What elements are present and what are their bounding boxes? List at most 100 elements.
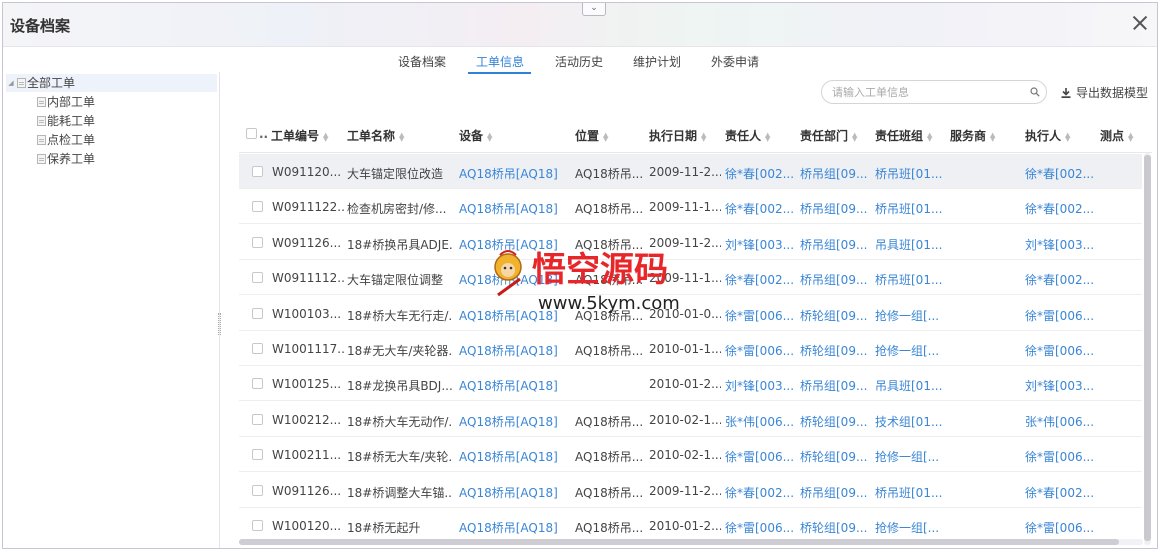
table-row[interactable]: W100211... 18#桥无大车/夹轮... AQ18桥吊[AQ18] AQ18桥… [239,437,1142,473]
cell-responsible-dept[interactable]: 桥轮组[09... [800,413,870,430]
cell-responsible-team[interactable]: 吊具班[01... [875,377,945,394]
cell-equipment[interactable]: AQ18桥吊[AQ18] [459,377,571,394]
row-checkbox[interactable] [252,343,263,354]
cell-responsible-team[interactable]: 桥吊班[01... [875,165,945,182]
cell-responsible-dept[interactable]: 桥吊组[09... [800,165,870,182]
row-checkbox[interactable] [252,520,263,531]
cell-responsible-person[interactable]: 刘*锋[003... [725,377,795,394]
col-header[interactable]: 执行人 ▲ ▼ [1025,127,1070,144]
cell-responsible-dept[interactable]: 桥轮组[09... [800,519,870,536]
cell-executor[interactable]: 徐*春[002... [1025,165,1095,182]
tab-work-order-info[interactable]: 工单信息 [476,53,524,70]
col-header[interactable]: 责任人 ▲ ▼ [725,127,770,144]
cell-equipment[interactable]: AQ18桥吊[AQ18] [459,448,571,465]
table-row[interactable]: W0911112... 大车锚定限位调整 AQ18桥吊[AQ18] AQ18桥吊...… [239,260,1142,296]
table-row[interactable]: W100212... 18#桥大车无动作/... AQ18桥吊[AQ18] AQ18桥… [239,402,1142,437]
horizontal-scrollbar[interactable] [239,539,1143,545]
cell-executor[interactable]: 徐*雷[006... [1025,519,1095,536]
col-header[interactable]: 工单编号 ▲ ▼ [271,127,328,144]
col-header[interactable]: 测点 ▲ ▼ [1100,127,1133,144]
row-checkbox[interactable] [252,378,263,390]
col-header[interactable]: 责任班组 ▲ ▼ [875,127,932,144]
cell-responsible-person[interactable]: 刘*锋[003... [725,236,795,253]
cell-responsible-team[interactable]: 桥吊班[01... [875,200,945,217]
expand-caret-icon[interactable]: ◢ [6,74,16,92]
cell-responsible-team[interactable]: 技术组[01... [875,413,945,430]
cell-responsible-team[interactable]: 抢修一组[... [875,307,945,324]
cell-responsible-person[interactable]: 徐*雷[006... [725,519,795,536]
row-checkbox[interactable] [252,236,263,248]
cell-responsible-team[interactable]: 桥吊班[01... [875,484,945,501]
cell-responsible-person[interactable]: 徐*春[002... [725,200,795,217]
cell-responsible-person[interactable]: 徐*春[002... [725,165,795,182]
row-checkbox[interactable] [252,166,263,177]
tab-maintenance-plan[interactable]: 维护计划 [633,53,681,70]
cell-equipment[interactable]: AQ18桥吊[AQ18] [459,342,571,359]
close-icon[interactable] [1129,12,1151,34]
cell-executor[interactable]: 徐*雷[006... [1025,342,1095,359]
cell-equipment[interactable]: AQ18桥吊[AQ18] [459,236,571,253]
export-data-model-button[interactable]: 导出数据模型 [1060,84,1148,101]
search-icon[interactable] [1030,87,1040,97]
tab-activity-history[interactable]: 活动历史 [555,53,603,70]
table-row[interactable]: W0911122... 检查机房密封/修... AQ18桥吊[AQ18] AQ18桥吊… [239,189,1142,225]
cell-equipment[interactable]: AQ18桥吊[AQ18] [459,519,571,536]
cell-equipment[interactable]: AQ18桥吊[AQ18] [459,484,571,501]
panel-splitter[interactable] [218,313,221,335]
cell-responsible-team[interactable]: 抢修一组[... [875,448,945,465]
table-row[interactable]: W091120... 大车锚定限位改造 AQ18桥吊[AQ18] AQ18桥吊... 2… [239,154,1142,189]
table-row[interactable]: W100125... 18#龙换吊具BDJ... AQ18桥吊[AQ18] 2010-… [239,366,1142,402]
cell-equipment[interactable]: AQ18桥吊[AQ18] [459,307,571,324]
cell-responsible-dept[interactable]: 桥吊组[09... [800,377,870,394]
cell-equipment[interactable]: AQ18桥吊[AQ18] [459,165,571,182]
tab-device-archive[interactable]: 设备档案 [398,53,446,70]
cell-equipment[interactable]: AQ18桥吊[AQ18] [459,413,571,430]
search-input[interactable] [832,84,1022,100]
row-checkbox[interactable] [252,307,263,319]
cell-responsible-dept[interactable]: 桥轮组[09... [800,342,870,359]
scroll-thumb[interactable] [1144,155,1151,541]
cell-executor[interactable]: 徐*雷[006... [1025,307,1095,324]
cell-executor[interactable]: 徐*春[002... [1025,271,1095,288]
cell-responsible-dept[interactable]: 桥轮组[09... [800,307,870,324]
cell-equipment[interactable]: AQ18桥吊[AQ18] [459,200,571,217]
cell-executor[interactable]: 徐*雷[006... [1025,448,1095,465]
col-header[interactable]: 工单名称 ▲ ▼ [347,127,404,144]
tree-node-upkeep[interactable]: 保养工单 [36,150,95,168]
cell-responsible-team[interactable]: 吊具班[01... [875,236,945,253]
select-all-checkbox[interactable] [246,128,257,139]
cell-responsible-dept[interactable]: 桥吊组[09... [800,200,870,217]
cell-executor[interactable]: 刘*锋[003... [1025,377,1095,394]
cell-responsible-dept[interactable]: 桥轮组[09... [800,448,870,465]
cell-executor[interactable]: 张*伟[006... [1025,413,1095,430]
cell-responsible-dept[interactable]: 桥吊组[09... [800,236,870,253]
cell-responsible-dept[interactable]: 桥吊组[09... [800,271,870,288]
cell-responsible-person[interactable]: 徐*春[002... [725,271,795,288]
cell-responsible-person[interactable]: 徐*雷[006... [725,342,795,359]
cell-executor[interactable]: 刘*锋[003... [1025,236,1095,253]
cell-responsible-team[interactable]: 桥吊班[01... [875,271,945,288]
cell-executor[interactable]: 徐*春[002... [1025,200,1095,217]
cell-responsible-dept[interactable]: 桥吊组[09... [800,484,870,501]
col-header[interactable]: 服务商 ▲ ▼ [950,127,995,144]
row-checkbox[interactable] [252,449,263,461]
cell-responsible-person[interactable]: 徐*雷[006... [725,448,795,465]
cell-responsible-person[interactable]: 张*伟[006... [725,413,795,430]
tab-outsourcing-request[interactable]: 外委申请 [711,53,759,70]
cell-responsible-team[interactable]: 抢修一组[... [875,342,945,359]
collapse-handle[interactable]: ⌄ [582,3,606,16]
vertical-scrollbar[interactable] [1144,153,1151,545]
table-row[interactable]: W1001117... 18#无大车/夹轮器... AQ18桥吊[AQ18] AQ18… [239,331,1142,366]
row-checkbox[interactable] [252,272,263,284]
scroll-thumb[interactable] [239,539,1119,545]
col-header[interactable]: 责任部门 ▲ ▼ [800,127,857,144]
table-row[interactable]: W100103... 18#桥大车无行走/... AQ18桥吊[AQ18] AQ18桥… [239,296,1142,331]
row-checkbox[interactable] [252,201,263,213]
col-header[interactable]: 位置 ▲ ▼ [575,127,608,144]
tree-node-all[interactable]: ◢ 全部工单 [6,74,217,92]
cell-responsible-team[interactable]: 抢修一组[... [875,519,945,536]
col-header[interactable]: 执行日期 ▲ ▼ [649,127,706,144]
cell-responsible-person[interactable]: 徐*春[002... [725,484,795,501]
col-header[interactable]: 设备 ▲ ▼ [459,127,492,144]
cell-equipment[interactable]: AQ18桥吊[AQ18] [459,271,571,288]
